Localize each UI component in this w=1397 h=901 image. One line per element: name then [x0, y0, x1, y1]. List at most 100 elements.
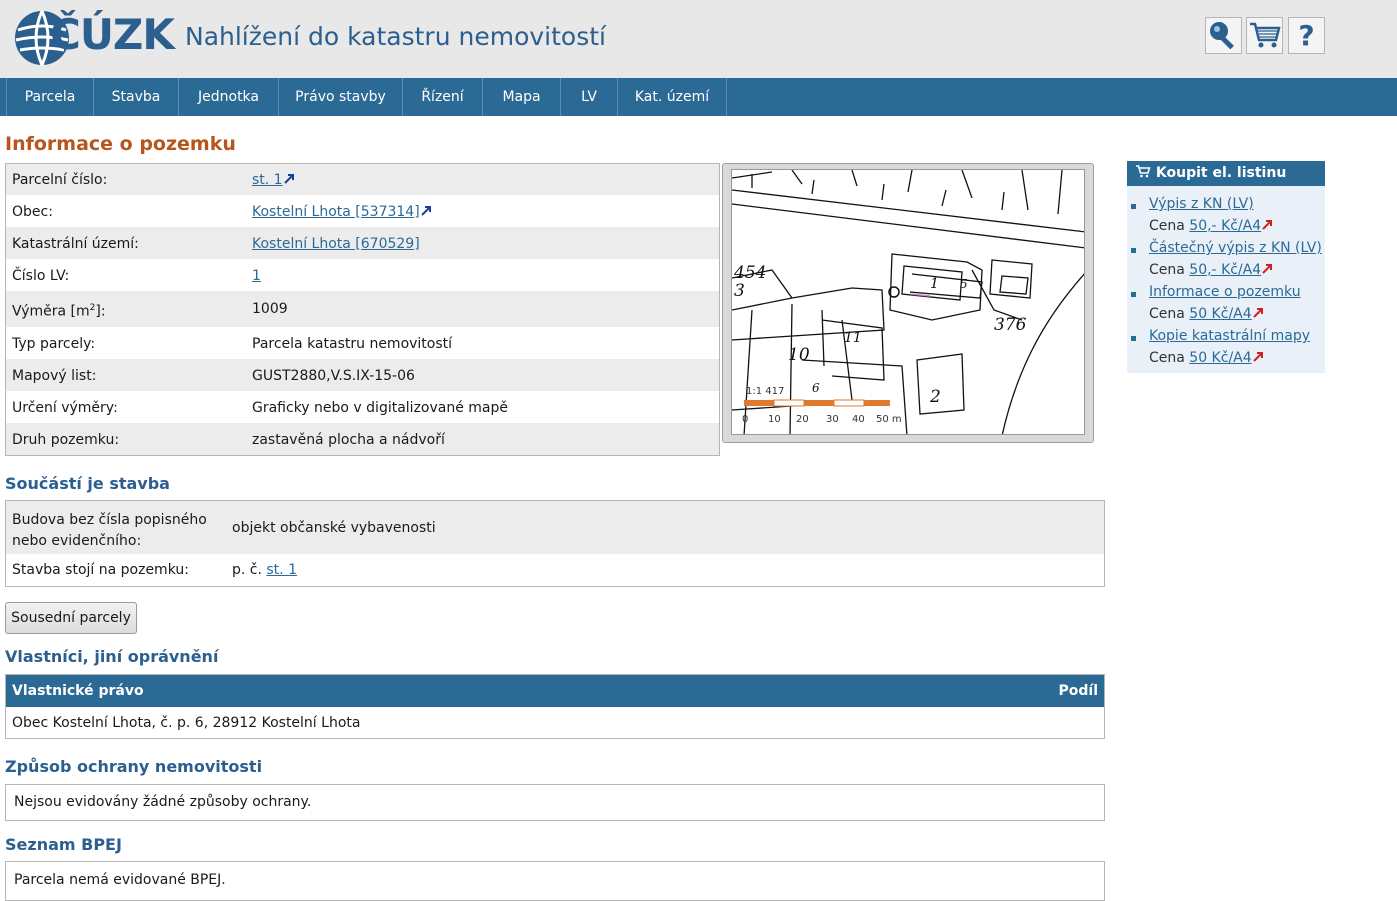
table-row: Stavba stojí na pozemku: p. č. st. 1 — [6, 554, 1104, 586]
table-row: Katastrální území: Kostelní Lhota [67052… — [6, 227, 719, 259]
main-nav: Parcela Stavba Jednotka Právo stavby Říz… — [0, 78, 1397, 116]
price-line: Cena 50,- Kč/A4 — [1149, 218, 1273, 234]
table-row: Typ parcely: Parcela katastru nemovitost… — [6, 327, 719, 359]
map-thumbnail[interactable]: 454 3 376 2 1 5 11 10 6 1:1 417 0 10 20 … — [722, 163, 1094, 443]
buy-land-info-link[interactable]: Informace o pozemku — [1149, 284, 1301, 300]
buy-partial-lv-link[interactable]: Částečný výpis z KN (LV) — [1149, 240, 1322, 256]
app-title: Nahlížení do katastru nemovitostí — [185, 22, 606, 51]
building-parcel-link[interactable]: st. 1 — [266, 562, 297, 578]
table-row: Číslo LV: 1 — [6, 259, 719, 291]
external-link-icon[interactable] — [1261, 263, 1273, 275]
row-label: Typ parcely: — [12, 336, 96, 352]
external-link-icon[interactable] — [1261, 219, 1273, 231]
map-scale-text: 1:1 417 — [746, 386, 784, 397]
help-button[interactable]: ? — [1288, 17, 1325, 54]
external-link-icon[interactable] — [1252, 307, 1264, 319]
kat-uzemi-link[interactable]: Kostelní Lhota [670529] — [252, 236, 420, 252]
nav-mapa[interactable]: Mapa — [483, 78, 561, 116]
row-value: objekt občanské vybavenosti — [232, 520, 436, 536]
price-link[interactable]: 50,- Kč/A4 — [1189, 218, 1261, 234]
cuzk-logo[interactable]: ČÚZK — [12, 6, 182, 70]
owners-table-header: Vlastnické právo Podíl — [6, 675, 1104, 707]
price-prefix: Cena — [1149, 306, 1190, 322]
row-value: 1009 — [252, 301, 288, 317]
logo-text: ČÚZK — [50, 10, 175, 59]
cart-icon — [1136, 165, 1151, 178]
price-line: Cena 50,- Kč/A4 — [1149, 262, 1273, 278]
price-link[interactable]: 50 Kč/A4 — [1189, 306, 1251, 322]
bullet — [1131, 292, 1136, 297]
price-prefix: Cena — [1149, 350, 1190, 366]
price-line: Cena 50 Kč/A4 — [1149, 306, 1264, 322]
price-prefix: Cena — [1149, 218, 1190, 234]
neighbor-parcels-button[interactable]: Sousední parcely — [5, 602, 137, 634]
price-link[interactable]: 50,- Kč/A4 — [1189, 262, 1261, 278]
row-label: Mapový list: — [12, 368, 97, 384]
nav-parcela[interactable]: Parcela — [7, 78, 94, 116]
map-label: 6 — [812, 381, 820, 395]
obec-link-wrap: Kostelní Lhota [537314] — [252, 204, 432, 220]
scale-tick: 50 m — [876, 414, 902, 425]
row-label-area: Výměra [m2]: — [12, 303, 106, 320]
row-value: Parcela katastru nemovitostí — [252, 336, 453, 352]
owner-name: Obec Kostelní Lhota, č. p. 6, 28912 Kost… — [12, 715, 361, 731]
external-link-icon[interactable] — [283, 173, 295, 185]
map-scale-bar — [744, 399, 890, 407]
nav-lv[interactable]: LV — [561, 78, 618, 116]
map-label: 2 — [929, 387, 941, 407]
bullet — [1131, 248, 1136, 253]
map-label: 454 — [733, 263, 766, 283]
table-row: Výměra [m2]: 1009 — [6, 291, 719, 327]
nav-pravo-stavby[interactable]: Právo stavby — [279, 78, 403, 116]
table-row: Druh pozemku: zastavěná plocha a nádvoří — [6, 423, 719, 455]
buy-document-panel: Koupit el. listinu Výpis z KN (LV) Cena … — [1127, 161, 1325, 373]
value-prefix: p. č. — [232, 562, 267, 578]
bpej-heading: Seznam BPEJ — [5, 835, 122, 854]
cart-icon — [1250, 22, 1281, 48]
buy-map-copy-link[interactable]: Kopie katastrální mapy — [1149, 328, 1310, 344]
map-label: 3 — [734, 281, 745, 301]
price-line: Cena 50 Kč/A4 — [1149, 350, 1264, 366]
cadastral-map[interactable]: 454 3 376 2 1 5 11 10 6 1:1 417 0 10 20 … — [731, 169, 1085, 435]
scale-tick: 10 — [768, 414, 781, 425]
parcel-number-link-wrap: st. 1 — [252, 172, 295, 188]
scale-tick: 40 — [852, 414, 865, 425]
col-owner: Vlastnické právo — [12, 683, 144, 699]
nav-kat-uzemi[interactable]: Kat. území — [618, 78, 727, 116]
map-label: 10 — [788, 345, 810, 365]
external-link-icon[interactable] — [1252, 351, 1264, 363]
nav-jednotka[interactable]: Jednotka — [179, 78, 279, 116]
map-drawing: 454 3 376 2 1 5 11 10 6 1:1 417 0 10 20 … — [732, 170, 1084, 434]
scale-tick: 20 — [796, 414, 809, 425]
row-value: Graficky nebo v digitalizované mapě — [252, 400, 508, 416]
price-prefix: Cena — [1149, 262, 1190, 278]
owners-heading: Vlastníci, jiní oprávnění — [5, 647, 219, 666]
key-icon — [1210, 22, 1234, 50]
obec-link[interactable]: Kostelní Lhota [537314] — [252, 204, 420, 220]
buy-panel-header: Koupit el. listinu — [1127, 161, 1325, 186]
protection-box: Nejsou evidovány žádné způsoby ochrany. — [5, 784, 1105, 821]
page-header: ČÚZK Nahlížení do katastru nemovitostí ? — [0, 0, 1397, 78]
price-link[interactable]: 50 Kč/A4 — [1189, 350, 1251, 366]
table-row: Obec: Kostelní Lhota [537314] — [6, 195, 719, 227]
buy-lv-extract-link[interactable]: Výpis z KN (LV) — [1149, 196, 1254, 212]
row-label: Budova bez čísla popisného nebo evidenčn… — [12, 510, 207, 552]
row-label: Parcelní číslo: — [12, 172, 108, 188]
row-value: p. č. st. 1 — [232, 562, 297, 578]
scale-tick: 30 — [826, 414, 839, 425]
search-key-button[interactable] — [1205, 17, 1242, 54]
row-value: GUST2880,V.S.IX-15-06 — [252, 368, 415, 384]
table-row: Budova bez čísla popisného nebo evidenčn… — [6, 501, 1104, 554]
row-label: Stavba stojí na pozemku: — [12, 562, 189, 578]
cart-button[interactable] — [1246, 17, 1283, 54]
external-link-icon[interactable] — [420, 205, 432, 217]
nav-rizeni[interactable]: Řízení — [403, 78, 483, 116]
lv-number-link[interactable]: 1 — [252, 268, 261, 284]
row-label-end: ]: — [95, 303, 106, 320]
parcel-number-link[interactable]: st. 1 — [252, 172, 283, 188]
nav-stavba[interactable]: Stavba — [94, 78, 179, 116]
row-label: Výměra [m — [12, 303, 90, 320]
col-share: Podíl — [1058, 683, 1099, 699]
help-icon: ? — [1298, 19, 1315, 52]
page-title: Informace o pozemku — [5, 133, 236, 155]
